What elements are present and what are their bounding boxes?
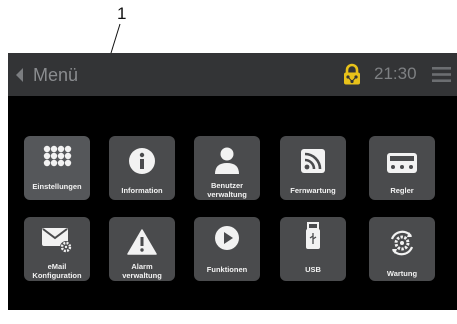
tile-alarm-verwaltung[interactable]: Alarm verwaltung xyxy=(109,217,175,281)
tile-label: eMail Konfiguration xyxy=(32,262,82,280)
remote-signal-icon xyxy=(280,146,346,176)
tile-benutzer-verwaltung[interactable]: Benutzer verwaltung xyxy=(194,136,260,200)
tile-einstellungen[interactable]: Einstellungen xyxy=(24,136,90,200)
top-bar: Menü 21:30 xyxy=(8,53,457,96)
lock-icon xyxy=(344,63,360,85)
mail-gear-icon xyxy=(24,225,90,255)
device-screen: Menü 21:30 Einstellungen Information Ben… xyxy=(8,53,457,310)
tile-label: Information xyxy=(121,186,163,195)
menu-back-button[interactable]: Menü xyxy=(14,64,78,86)
tile-label: Fernwartung xyxy=(290,186,336,195)
info-icon xyxy=(109,146,175,176)
tile-label: Regler xyxy=(390,186,414,195)
back-arrow-icon xyxy=(16,68,23,82)
maintenance-gear-icon xyxy=(369,228,435,258)
tile-label: Einstellungen xyxy=(32,182,82,191)
callout-number: 1 xyxy=(117,4,127,23)
tile-wartung[interactable]: Wartung xyxy=(369,217,435,281)
hamburger-menu-icon[interactable] xyxy=(432,66,451,83)
tile-email-konfiguration[interactable]: eMail Konfiguration xyxy=(24,217,90,281)
controller-display-icon xyxy=(369,148,435,178)
keypad-grid-icon xyxy=(24,144,90,174)
clock: 21:30 xyxy=(374,64,417,83)
tile-regler[interactable]: Regler xyxy=(369,136,435,200)
tile-label: Alarm verwaltung xyxy=(122,262,162,280)
tile-label: USB xyxy=(305,265,321,274)
tile-fernwartung[interactable]: Fernwartung xyxy=(280,136,346,200)
tile-information[interactable]: Information xyxy=(109,136,175,200)
tile-usb[interactable]: USB xyxy=(280,217,346,281)
tile-funktionen[interactable]: Funktionen xyxy=(194,217,260,281)
usb-stick-icon xyxy=(280,221,346,251)
tile-label: Benutzer verwaltung xyxy=(207,181,247,199)
tile-label: Funktionen xyxy=(206,265,248,274)
alarm-warning-icon xyxy=(109,227,175,257)
menu-label: Menü xyxy=(33,64,79,85)
play-icon xyxy=(194,223,260,253)
tile-label: Wartung xyxy=(386,269,418,278)
user-icon xyxy=(194,146,260,176)
